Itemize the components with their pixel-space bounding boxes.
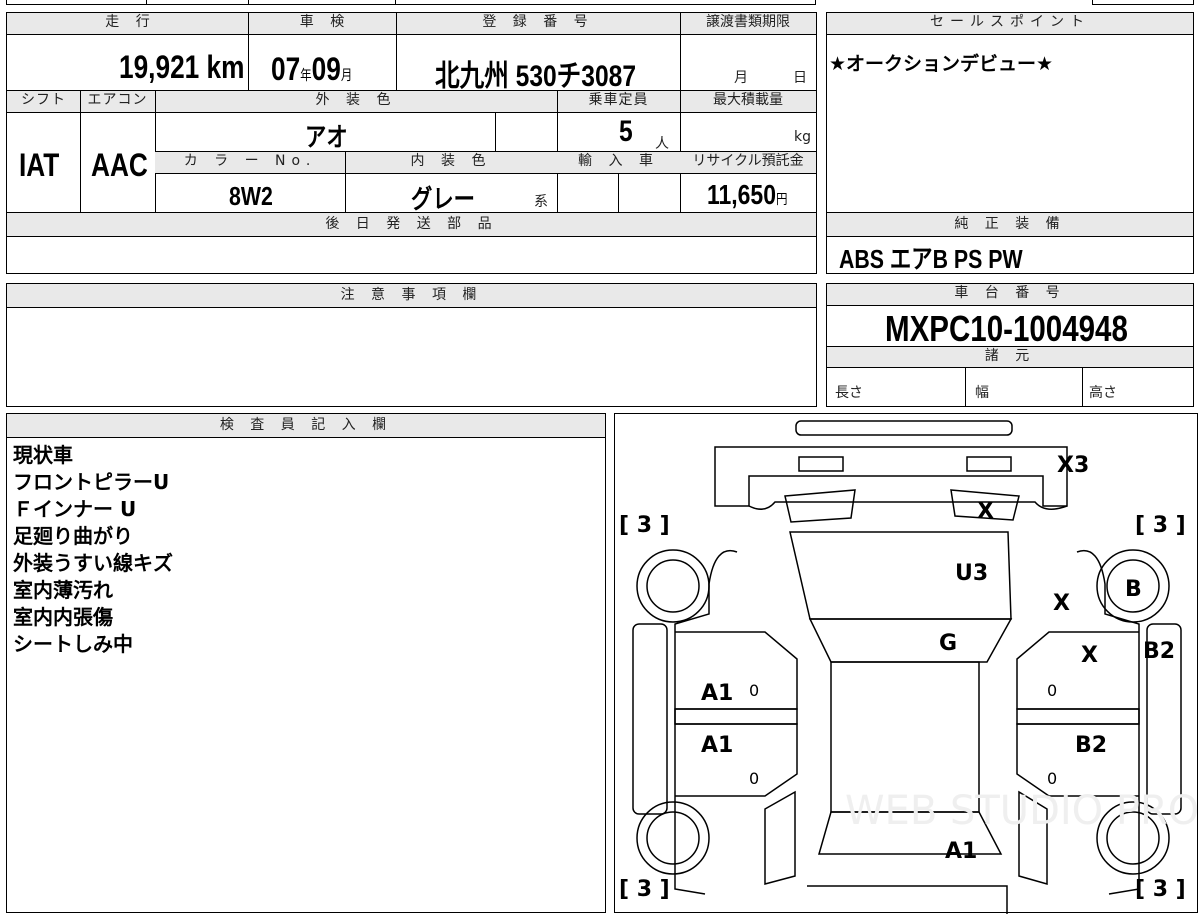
deadline-day: 日 [793, 70, 807, 86]
damage-front-bumper: X3 [1057, 453, 1089, 478]
inspector-notes-list: 現状車 フロントピラーU Ｆインナー U 足廻り曲がり 外装うすい線キズ 室内薄… [13, 442, 173, 658]
specs-header: 諸 元 [827, 346, 1193, 368]
inspector-header: 検 査 員 記 入 欄 [7, 414, 605, 438]
registration-header: 登 録 番 号 [396, 13, 680, 35]
top-strip-left [6, 0, 816, 5]
recycle-header: リサイクル預託金 [680, 152, 816, 174]
zero-mark: 0 [1047, 769, 1057, 788]
top-strip-right [1092, 0, 1194, 5]
zero-mark: 0 [749, 769, 759, 788]
inspector-note: Ｆインナー U [13, 497, 137, 521]
inspector-note: 足廻り曲がり [13, 524, 133, 548]
inspector-note: 室内内張傷 [13, 605, 113, 629]
inspector-note: フロントピラーU [13, 470, 170, 494]
genuine-equipment-box: 純 正 装 備 ABS エアB PS PW [826, 212, 1194, 274]
damage-left-front-door: A1 [701, 681, 733, 706]
vehicle-info-table: 走 行 車 検 登 録 番 号 譲渡書類期限 19,921 km 07年09月 … [6, 12, 817, 214]
watermark-text: WEB STUDIO PRO [845, 788, 1199, 834]
registration-number: 北九州 530チ3087 [435, 60, 637, 93]
car-diagram-box: WEB STUDIO PRO [ 3 ] [ 3 ] [ 3 ] [ 3 ] X… [614, 413, 1199, 914]
interior-color-header: 内 装 色 [345, 152, 557, 174]
capacity-value: 5 [619, 115, 633, 148]
damage-hood: U3 [955, 561, 988, 586]
deadline-month: 月 [734, 70, 748, 86]
later-parts-box: 後 日 発 送 部 品 [6, 212, 817, 274]
damage-right-mirror: B2 [1143, 639, 1175, 664]
capacity-unit: 人 [655, 136, 669, 152]
exterior-color-value: アオ [305, 122, 348, 152]
transfer-deadline-header: 譲渡書類期限 [680, 13, 816, 35]
spec-height: 高さ [1089, 385, 1117, 401]
spec-length: 長さ [835, 385, 863, 401]
mileage-header: 走 行 [7, 13, 254, 35]
inspector-note: 室内薄汚れ [13, 578, 113, 602]
exterior-color-header: 外 装 色 [155, 91, 557, 113]
capacity-header: 乗車定員 [557, 91, 680, 113]
tire-rating-right-front: [ 3 ] [1135, 513, 1186, 538]
inspector-note: 外装うすい線キズ [13, 551, 173, 575]
zero-mark: 0 [749, 681, 759, 700]
sales-point-header: セールスポイント [827, 13, 1193, 35]
inspection-date: 07年09月 [271, 51, 353, 87]
chassis-no-value: MXPC10-1004948 [885, 308, 1128, 349]
damage-right-fender: X [1053, 591, 1070, 616]
top-strip-divider [248, 0, 249, 5]
tire-rating-left-rear: [ 3 ] [619, 877, 670, 902]
zero-mark: 0 [1047, 681, 1057, 700]
genuine-equipment-value: ABS エアB PS PW [839, 244, 1023, 274]
damage-left-rear-door: A1 [701, 733, 733, 758]
aircon-value: AAC [91, 147, 148, 183]
recycle-fee: 11,650円 [707, 179, 788, 210]
damage-roof: G [939, 631, 957, 656]
later-parts-header: 後 日 発 送 部 品 [7, 213, 816, 237]
notes-header: 注 意 事 項 欄 [7, 284, 816, 308]
tire-rating-left-front: [ 3 ] [619, 513, 670, 538]
interior-color-value: グレー [411, 184, 475, 214]
tire-rating-right-rear: [ 3 ] [1135, 877, 1186, 902]
interior-suffix: 系 [534, 194, 548, 210]
color-no-value: 8W2 [229, 181, 273, 211]
inspection-header: 車 検 [254, 13, 396, 35]
aircon-header: エアコン [80, 91, 155, 113]
shift-value: IAT [19, 147, 60, 183]
import-header: 輸 入 車 [557, 152, 680, 174]
notes-box: 注 意 事 項 欄 [6, 283, 817, 407]
damage-windshield: X [977, 499, 994, 524]
top-strip-divider [395, 0, 396, 5]
mileage-value: 19,921 km [119, 49, 245, 85]
inspector-note: シートしみ中 [13, 632, 133, 656]
genuine-equipment-header: 純 正 装 備 [827, 213, 1193, 237]
chassis-no-header: 車 台 番 号 [827, 284, 1193, 306]
car-diagram: WEB STUDIO PRO [ 3 ] [ 3 ] [ 3 ] [ 3 ] X… [619, 420, 1199, 914]
top-strip-divider [146, 0, 147, 5]
damage-right-front-door: X [1081, 643, 1098, 668]
shift-header: シフト [7, 91, 80, 113]
damage-right-rear-door: B2 [1075, 733, 1107, 758]
inspector-box: 検 査 員 記 入 欄 現状車 フロントピラーU Ｆインナー U 足廻り曲がり … [6, 413, 606, 913]
inspector-note: 現状車 [13, 443, 73, 467]
chassis-specs-box: 車 台 番 号 MXPC10-1004948 諸 元 長さ 幅 高さ [826, 283, 1194, 407]
spec-width: 幅 [975, 385, 989, 401]
max-load-unit: kg [794, 129, 811, 145]
sales-point-box: セールスポイント ★オークションデビュー★ [826, 12, 1194, 213]
sales-point-text: ★オークションデビュー★ [829, 53, 1054, 75]
damage-trunk: A1 [945, 839, 977, 864]
max-load-header: 最大積載量 [680, 91, 816, 113]
color-no-header: カ ラ ー No. [155, 152, 345, 174]
damage-right-wheel: B [1125, 577, 1142, 602]
